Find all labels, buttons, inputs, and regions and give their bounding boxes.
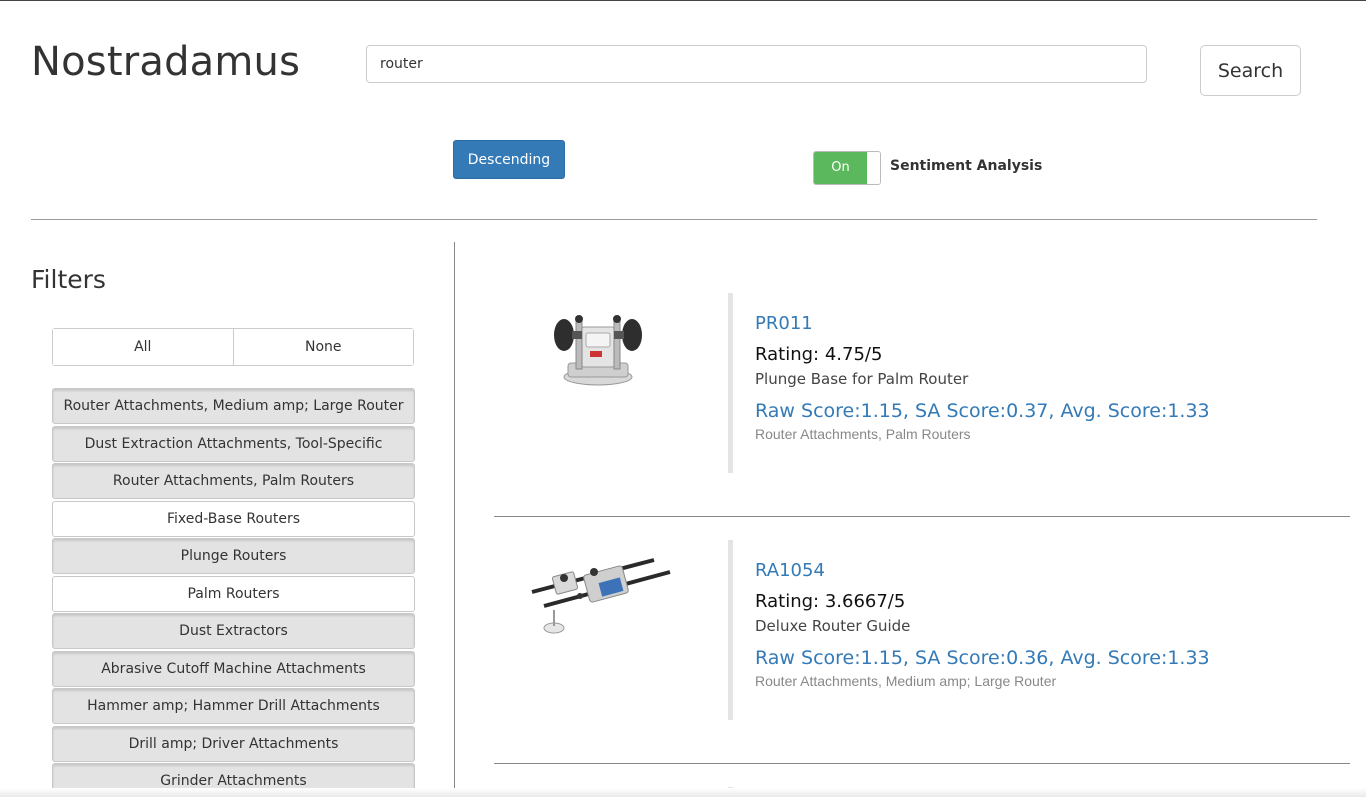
product-categories: Router Attachments, Palm Routers bbox=[755, 426, 971, 442]
column-divider bbox=[454, 242, 455, 797]
product-scores: Raw Score:1.15, SA Score:0.36, Avg. Scor… bbox=[755, 647, 1210, 669]
search-input[interactable] bbox=[366, 45, 1147, 83]
filter-item[interactable]: Drill amp; Driver Attachments bbox=[52, 725, 415, 762]
result-divider bbox=[494, 763, 1350, 764]
filter-none-button[interactable]: None bbox=[232, 329, 413, 365]
product-model-link[interactable]: PR011 bbox=[755, 313, 1210, 334]
toggle-on-label: On bbox=[814, 152, 867, 184]
product-categories: Router Attachments, Medium amp; Large Ro… bbox=[755, 673, 1057, 689]
sentiment-analysis-label: Sentiment Analysis bbox=[890, 158, 1043, 174]
app-title: Nostradamus bbox=[31, 39, 301, 85]
filter-item[interactable]: Abrasive Cutoff Machine Attachments bbox=[52, 650, 415, 687]
filter-item[interactable]: Hammer amp; Hammer Drill Attachments bbox=[52, 688, 415, 724]
sentiment-analysis-toggle[interactable]: On bbox=[813, 151, 881, 185]
filter-item[interactable]: Router Attachments, Palm Routers bbox=[52, 463, 415, 499]
search-button[interactable]: Search bbox=[1200, 45, 1301, 96]
filter-item[interactable]: Fixed-Base Routers bbox=[52, 500, 415, 537]
product-description: Deluxe Router Guide bbox=[755, 617, 911, 635]
product-scores: Raw Score:1.15, SA Score:0.37, Avg. Scor… bbox=[755, 400, 1210, 422]
plunge-base-product-image bbox=[524, 293, 674, 403]
product-rating: Rating: 4.75/5 bbox=[755, 344, 883, 365]
filter-item[interactable]: Router Attachments, Medium amp; Large Ro… bbox=[52, 388, 415, 424]
result-accent-bar bbox=[728, 293, 733, 473]
toggle-handle[interactable] bbox=[867, 152, 880, 184]
result-divider bbox=[494, 516, 1350, 517]
filter-item[interactable]: Plunge Routers bbox=[52, 538, 415, 574]
router-guide-product-image bbox=[524, 540, 674, 650]
filter-all-button[interactable]: All bbox=[53, 329, 233, 365]
filter-item[interactable]: Dust Extraction Attachments, Tool-Specif… bbox=[52, 425, 415, 462]
result-accent-bar bbox=[728, 540, 733, 720]
header-divider bbox=[31, 219, 1317, 220]
filter-item[interactable]: Dust Extractors bbox=[52, 613, 415, 649]
filter-item[interactable]: Palm Routers bbox=[52, 575, 415, 612]
filters-title: Filters bbox=[31, 265, 106, 294]
result-body: PR011 Rating: 4.75/5 Plunge Base for Pal… bbox=[755, 313, 1210, 442]
result-body: RA1054 Rating: 3.6667/5 Deluxe Router Gu… bbox=[755, 560, 1210, 689]
product-rating: Rating: 3.6667/5 bbox=[755, 591, 906, 612]
product-description: Plunge Base for Palm Router bbox=[755, 370, 969, 388]
filter-select-group: All None bbox=[52, 328, 414, 366]
scroll-edge-shadow bbox=[0, 788, 1366, 797]
product-model-link[interactable]: RA1054 bbox=[755, 560, 1210, 581]
page: Nostradamus Search Descending On Sentime… bbox=[0, 0, 1366, 797]
filter-list: Router Attachments, Medium amp; Large Ro… bbox=[52, 388, 415, 797]
sort-order-button[interactable]: Descending bbox=[453, 140, 565, 179]
